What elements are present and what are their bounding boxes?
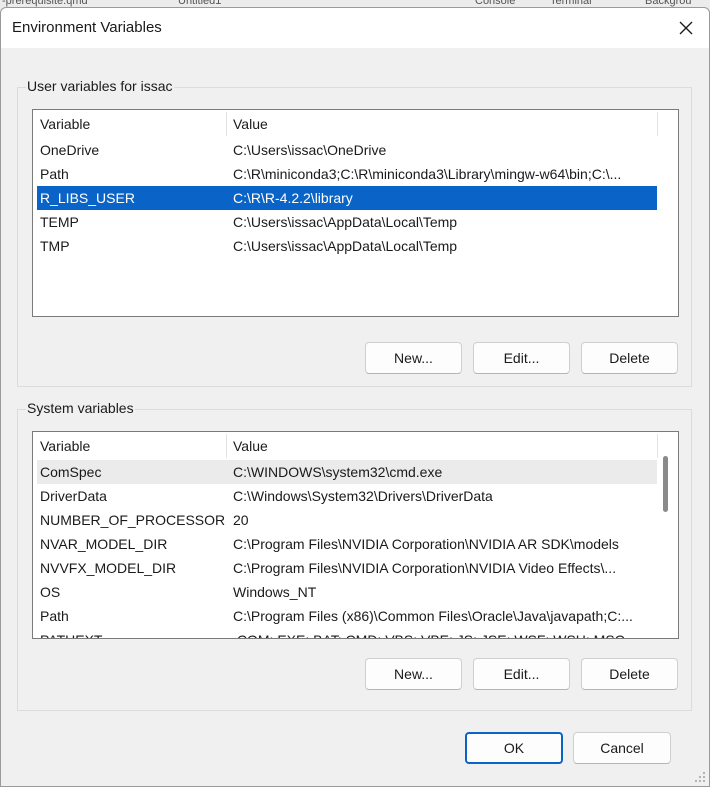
variable-name-cell: PATHEXT [40,628,226,638]
user-variables-header: Variable Value [33,110,678,138]
user-variable-table-row[interactable]: OneDrive C:\Users\issac\OneDrive [37,138,657,162]
system-variable-table-row[interactable]: NVAR_MODEL_DIR C:\Program Files\NVIDIA Co… [37,532,657,556]
system-variable-table-row[interactable]: NVVFX_MODEL_DIR C:\Program Files\NVIDIA C… [37,556,657,580]
system-variable-table-row[interactable]: OS Windows_NT [37,580,657,604]
variable-value-cell: C:\Users\issac\OneDrive [233,142,387,158]
system-delete-button[interactable]: Delete [581,658,678,690]
variable-value-cell: C:\Users\issac\AppData\Local\Temp [233,214,458,230]
environment-variables-dialog: Environment Variables User variables for… [0,7,710,787]
variable-value-cell: C:\Program Files\NVIDIA Corporation\NVID… [233,560,617,576]
system-variables-scrollbar[interactable] [663,456,668,512]
close-icon [679,21,693,35]
system-variables-list[interactable]: Variable Value ComSpec C:\WINDOWS\system3… [32,431,679,639]
variable-value-cell: C:\R\R-4.2.2\library [233,190,353,206]
system-variables-header: Variable Value [33,432,678,460]
variable-name-cell: OS [40,584,61,600]
variable-value-cell: C:\Windows\System32\Drivers\DriverData [233,488,493,504]
variable-name-cell: Path [40,608,69,624]
title-bar: Environment Variables [1,8,709,48]
user-edit-button[interactable]: Edit... [473,342,570,374]
user-variable-table-row[interactable]: Path C:\R\miniconda3;C:\R\miniconda3\Libr… [37,162,657,186]
variable-value-cell: C:\WINDOWS\system32\cmd.exe [233,464,443,480]
system-variable-table-row[interactable]: Path C:\Program Files (x86)\Common Files\… [37,604,657,628]
user-variable-table-row[interactable]: TMP C:\Users\issac\AppData\Local\Temp [37,234,657,258]
user-variable-table-row[interactable]: R_LIBS_USER C:\R\R-4.2.2\library [37,186,657,210]
system-variable-table-row[interactable]: PATHEXT .COM;.EXE;.BAT;.CMD;.VBS;.VBE;.JS… [37,628,657,638]
window-title: Environment Variables [12,19,162,36]
column-separator[interactable] [657,434,658,458]
system-variable-table-row[interactable]: ComSpec C:\WINDOWS\system32\cmd.exe [37,460,657,484]
variable-value-cell: C:\R\miniconda3;C:\R\miniconda3\Library\… [233,166,622,182]
system-new-button[interactable]: New... [365,658,462,690]
user-new-button[interactable]: New... [365,342,462,374]
variable-name-cell: Path [40,166,69,182]
system-edit-button[interactable]: Edit... [473,658,570,690]
resize-grip-icon[interactable] [694,771,706,783]
variable-value-cell: .COM;.EXE;.BAT;.CMD;.VBS;.VBE;.JS;.JSE;.… [233,628,655,638]
variable-name-cell: NVVFX_MODEL_DIR [40,560,177,576]
variable-value-cell: Windows_NT [233,584,317,600]
column-separator[interactable] [657,112,658,136]
variable-value-cell: C:\Program Files (x86)\Common Files\Orac… [233,608,633,624]
variable-name-cell: R_LIBS_USER [40,190,135,206]
column-header-value[interactable]: Value [233,438,268,454]
column-header-variable[interactable]: Variable [40,438,90,454]
column-separator[interactable] [226,112,227,136]
cancel-button[interactable]: Cancel [573,732,671,764]
variable-value-cell: 20 [233,512,249,528]
variable-name-cell: TMP [40,238,70,254]
system-variables-group: System variables Variable Value ComSpec C… [17,400,692,711]
variable-value-cell: C:\Users\issac\AppData\Local\Temp [233,238,458,254]
close-button[interactable] [671,14,701,42]
variable-name-cell: ComSpec [40,464,102,480]
variable-name-cell: DriverData [40,488,107,504]
column-separator[interactable] [226,434,227,458]
column-header-variable[interactable]: Variable [40,116,90,132]
column-header-value[interactable]: Value [233,116,268,132]
system-variable-table-row[interactable]: DriverData C:\Windows\System32\Drivers\Dr… [37,484,657,508]
variable-name-cell: NUMBER_OF_PROCESSORS [40,512,226,528]
variable-name-cell: OneDrive [40,142,100,158]
system-variable-table-row[interactable]: NUMBER_OF_PROCESSORS 20 [37,508,657,532]
user-variables-list[interactable]: Variable Value OneDrive C:\Users\issac\On… [32,109,679,317]
ok-button[interactable]: OK [465,732,563,764]
variable-name-cell: NVAR_MODEL_DIR [40,536,168,552]
variable-name-cell: TEMP [40,214,79,230]
user-delete-button[interactable]: Delete [581,342,678,374]
variable-value-cell: C:\Program Files\NVIDIA Corporation\NVID… [233,536,619,552]
user-variable-table-row[interactable]: TEMP C:\Users\issac\AppData\Local\Temp [37,210,657,234]
user-variables-group: User variables for issac Variable Value … [17,78,692,387]
system-variables-label: System variables [26,400,135,416]
user-variables-label: User variables for issac [26,78,174,94]
